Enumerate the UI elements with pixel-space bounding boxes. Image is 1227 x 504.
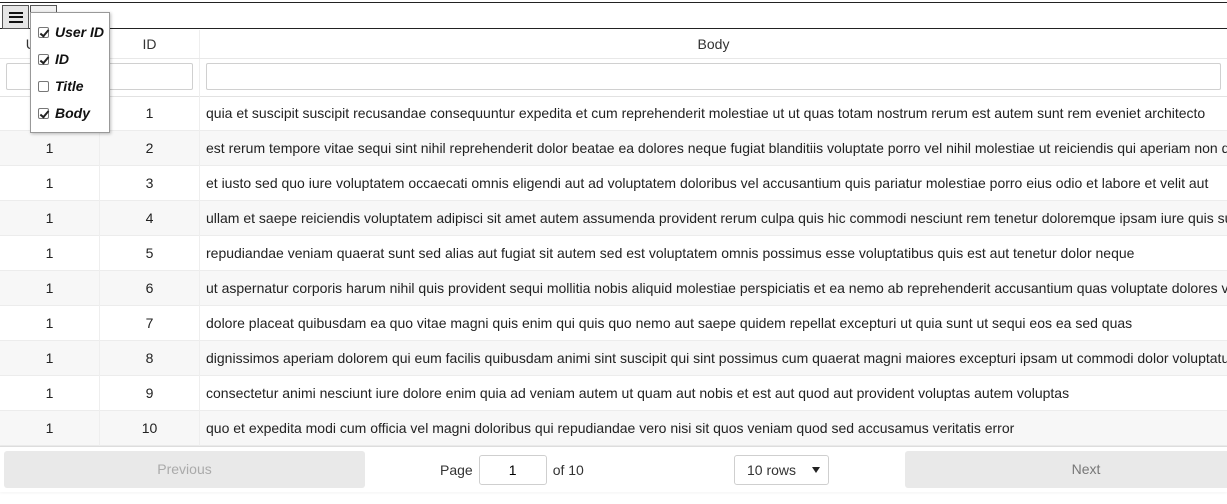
column-option-label: Body <box>55 105 90 121</box>
page-jump: Page of 10 <box>440 451 584 488</box>
column-option-user-id[interactable]: User ID <box>38 22 104 42</box>
column-option-label: User ID <box>55 24 105 40</box>
table-header: User ID ID Body <box>0 30 1227 59</box>
cell-id: 1 <box>100 96 200 131</box>
chevron-down-icon <box>812 467 820 473</box>
table-row[interactable]: 1 7 dolore placeat quibusdam ea quo vita… <box>0 306 1227 341</box>
cell-id: 10 <box>100 411 200 446</box>
cell-body: et iusto sed quo iure voluptatem occaeca… <box>206 175 1209 191</box>
cell-id: 9 <box>100 376 200 411</box>
cell-body: est rerum tempore vitae sequi sint nihil… <box>206 140 1227 156</box>
cell-id: 6 <box>100 271 200 306</box>
hamburger-icon <box>8 11 23 23</box>
cell-user-id: 1 <box>0 306 100 341</box>
table-row[interactable]: 1 8 dignissimos aperiam dolorem qui eum … <box>0 341 1227 376</box>
header-body[interactable]: Body <box>200 30 1227 58</box>
page-size-value: 10 rows <box>747 462 797 478</box>
cell-user-id: 1 <box>0 131 100 166</box>
cell-id: 2 <box>100 131 200 166</box>
cell-body: consectetur animi nesciunt iure dolore e… <box>206 385 1070 401</box>
table-row[interactable]: 1 3 et iusto sed quo iure voluptatem occ… <box>0 166 1227 201</box>
cell-body: ullam et saepe reiciendis voluptatem adi… <box>206 210 1227 226</box>
pagination-bar: Previous Page of 10 10 rows Next <box>0 446 1227 492</box>
cell-id: 3 <box>100 166 200 201</box>
column-option-id[interactable]: ID <box>38 49 69 69</box>
filter-row <box>0 59 1227 97</box>
cell-body: dolore placeat quibusdam ea quo vitae ma… <box>206 315 1133 331</box>
cell-body: quia et suscipit suscipit recusandae con… <box>206 105 1206 121</box>
cell-id: 8 <box>100 341 200 376</box>
cell-body: quo et expedita modi cum officia vel mag… <box>206 420 1015 436</box>
checkbox-title[interactable] <box>38 80 49 92</box>
table-row[interactable]: 1 2 est rerum tempore vitae sequi sint n… <box>0 131 1227 166</box>
column-option-title[interactable]: Title <box>38 76 84 96</box>
cell-id: 7 <box>100 306 200 341</box>
checkbox-user-id[interactable] <box>38 26 49 38</box>
page-size-select[interactable]: 10 rows <box>734 455 829 485</box>
filter-input-id[interactable] <box>106 63 193 90</box>
page-label: Page <box>440 461 473 478</box>
column-option-label: ID <box>55 51 69 67</box>
table-row[interactable]: 1 9 consectetur animi nesciunt iure dolo… <box>0 376 1227 411</box>
cell-body: dignissimos aperiam dolorem qui eum faci… <box>206 350 1227 366</box>
filter-cell-id <box>100 59 200 96</box>
table-row[interactable]: 1 6 ut aspernatur corporis harum nihil q… <box>0 271 1227 306</box>
table-row[interactable]: 1 10 quo et expedita modi cum officia ve… <box>0 411 1227 446</box>
cell-user-id: 1 <box>0 341 100 376</box>
cell-user-id: 1 <box>0 236 100 271</box>
table-row[interactable]: 1 5 repudiandae veniam quaerat sunt sed … <box>0 236 1227 271</box>
cell-body: repudiandae veniam quaerat sunt sed alia… <box>206 245 1135 261</box>
page-number-input[interactable] <box>478 454 547 485</box>
filter-cell-body <box>200 59 1227 96</box>
column-option-label: Title <box>55 78 84 94</box>
cell-id: 4 <box>100 201 200 236</box>
next-button[interactable]: Next <box>905 451 1227 488</box>
filter-input-body[interactable] <box>206 63 1221 90</box>
checkbox-body[interactable] <box>38 107 49 119</box>
page-total-label: of 10 <box>552 461 584 478</box>
table-row[interactable]: 1 4 ullam et saepe reiciendis voluptatem… <box>0 201 1227 236</box>
cell-user-id: 1 <box>0 376 100 411</box>
checkbox-id[interactable] <box>38 53 49 65</box>
column-option-body[interactable]: Body <box>38 103 90 123</box>
cell-id: 5 <box>100 236 200 271</box>
column-menu-button[interactable] <box>2 5 29 29</box>
table-row[interactable]: 1 1 quia et suscipit suscipit recusandae… <box>0 96 1227 131</box>
previous-button[interactable]: Previous <box>4 451 365 488</box>
cell-body: ut aspernatur corporis harum nihil quis … <box>206 280 1227 296</box>
header-id[interactable]: ID <box>100 30 200 58</box>
table-toolbar <box>0 2 1227 29</box>
cell-user-id: 1 <box>0 201 100 236</box>
cell-user-id: 1 <box>0 166 100 201</box>
cell-user-id: 1 <box>0 411 100 446</box>
column-visibility-menu: User ID ID Title Body <box>30 12 110 133</box>
cell-user-id: 1 <box>0 271 100 306</box>
